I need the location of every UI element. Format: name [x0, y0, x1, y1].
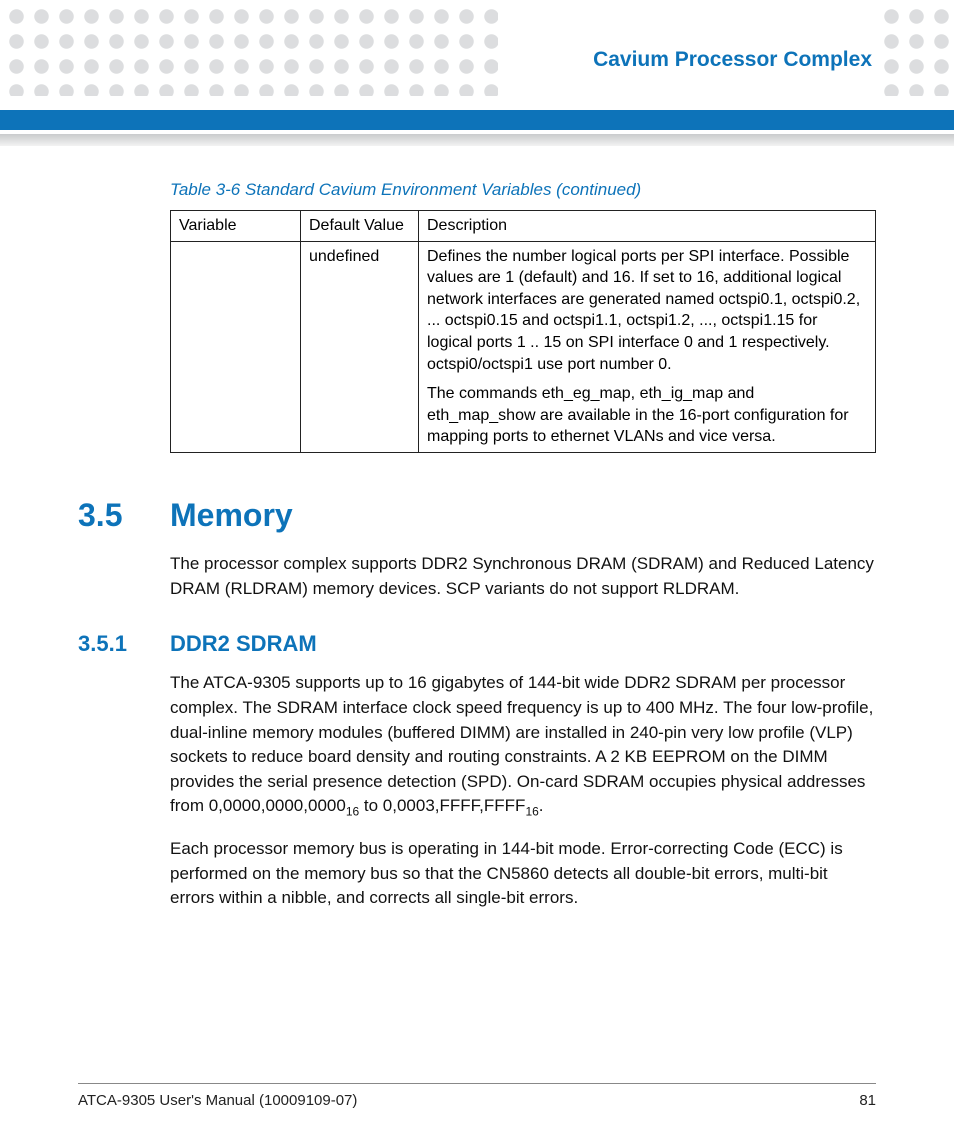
section-heading-3-5: 3.5 Memory — [78, 497, 876, 534]
table-header-variable: Variable — [171, 211, 301, 242]
table-row: undefined Defines the number logical por… — [171, 241, 876, 452]
footer-doc-title: ATCA-9305 User's Manual (10009109-07) — [78, 1092, 357, 1109]
cell-description: Defines the number logical ports per SPI… — [419, 241, 876, 452]
section-title: Memory — [170, 497, 293, 534]
desc-para-1: Defines the number logical ports per SPI… — [427, 246, 867, 376]
page-content: Table 3-6 Standard Cavium Environment Va… — [78, 180, 876, 927]
table-header-description: Description — [419, 211, 876, 242]
table-caption: Table 3-6 Standard Cavium Environment Va… — [170, 180, 876, 200]
section-3-5-1-para2: Each processor memory bus is operating i… — [170, 837, 876, 911]
chapter-title: Cavium Processor Complex — [498, 48, 878, 72]
page-footer: ATCA-9305 User's Manual (10009109-07) 81 — [78, 1083, 876, 1109]
header-blue-bar — [0, 110, 954, 130]
env-variables-table: Variable Default Value Description undef… — [170, 210, 876, 453]
desc-para-2: The commands eth_eg_map, eth_ig_map and … — [427, 383, 867, 448]
footer-page-number: 81 — [859, 1092, 876, 1109]
header-gray-bar — [0, 134, 954, 146]
cell-default: undefined — [301, 241, 419, 452]
table-header-row: Variable Default Value Description — [171, 211, 876, 242]
subsection-number: 3.5.1 — [78, 631, 170, 657]
table-header-default: Default Value — [301, 211, 419, 242]
subsection-title: DDR2 SDRAM — [170, 631, 317, 657]
section-heading-3-5-1: 3.5.1 DDR2 SDRAM — [78, 631, 876, 657]
section-3-5-para: The processor complex supports DDR2 Sync… — [170, 552, 876, 601]
section-3-5-1-para1: The ATCA-9305 supports up to 16 gigabyte… — [170, 671, 876, 821]
cell-variable — [171, 241, 301, 452]
section-number: 3.5 — [78, 497, 170, 534]
